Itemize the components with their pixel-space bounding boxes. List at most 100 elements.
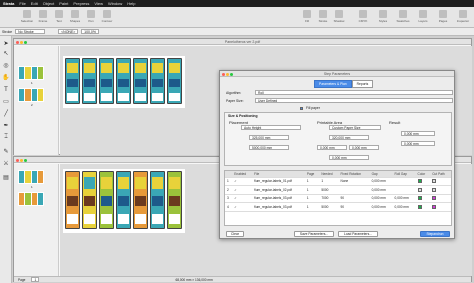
printable-select[interactable]: Custom Paper Size bbox=[329, 125, 381, 130]
menu-edit[interactable]: Edit bbox=[31, 1, 38, 6]
eyedropper-tool-icon[interactable]: ⌶ bbox=[2, 134, 10, 141]
close-icon[interactable] bbox=[222, 72, 225, 76]
load-parameters-button[interactable]: Load Parameters... bbox=[338, 231, 378, 237]
cut-swatch[interactable] bbox=[432, 179, 437, 184]
arrow-tool-icon[interactable]: ➤ bbox=[2, 40, 10, 47]
brush-tool-icon[interactable]: ✎ bbox=[2, 148, 10, 155]
printable-bottom-field[interactable]: 0,000 mm bbox=[329, 155, 369, 160]
menu-file[interactable]: File bbox=[19, 1, 25, 6]
color-swatch[interactable] bbox=[417, 187, 422, 192]
table-row[interactable]: 4 ✓ flum_regular-labels_03.pdf 1 5000 90 0,000… bbox=[225, 202, 451, 212]
zoom-icon[interactable] bbox=[24, 158, 27, 162]
toolbar-pages[interactable]: Pages bbox=[436, 10, 450, 23]
clear-button[interactable]: Clear bbox=[226, 231, 244, 237]
table-row[interactable]: 1 ✓ flum_regular-labels_01.pdf 1 1 None 0,000 … bbox=[225, 177, 451, 186]
rotation-cell bbox=[338, 185, 370, 195]
toolbar-fill[interactable]: Fill bbox=[300, 10, 314, 23]
menu-app[interactable]: Strata bbox=[3, 1, 14, 6]
page-thumbnail[interactable] bbox=[18, 192, 44, 206]
menu-view[interactable]: View bbox=[94, 1, 103, 6]
knife-tool-icon[interactable]: ⚔ bbox=[2, 160, 10, 167]
color-swatch[interactable] bbox=[417, 179, 422, 184]
color-cell[interactable] bbox=[415, 177, 431, 186]
enabled-cell[interactable]: ✓ bbox=[232, 177, 253, 186]
color-cell[interactable] bbox=[415, 194, 431, 203]
zoom-icon[interactable] bbox=[230, 72, 233, 76]
toolbar-selection[interactable]: Selection bbox=[20, 10, 34, 23]
label-artwork bbox=[150, 58, 165, 104]
cut-swatch[interactable] bbox=[432, 187, 437, 192]
enabled-cell[interactable]: ✓ bbox=[232, 202, 253, 212]
cut-cell[interactable] bbox=[430, 185, 451, 195]
toolbar-pen[interactable]: Pen bbox=[84, 10, 98, 23]
paper-select[interactable]: User Defined bbox=[255, 98, 453, 103]
toolbar-inspector[interactable]: Inspector bbox=[456, 10, 470, 23]
direct-select-icon[interactable]: ↖ bbox=[2, 50, 10, 57]
toolbar-styles[interactable]: Styles bbox=[376, 10, 390, 23]
toolbar-shadow[interactable]: Shadow bbox=[332, 10, 346, 23]
color-swatch[interactable] bbox=[417, 196, 422, 201]
rectangle-tool-icon[interactable]: ▭ bbox=[2, 98, 10, 105]
close-icon[interactable] bbox=[16, 158, 19, 162]
toolbar-contour[interactable]: Contour bbox=[100, 10, 114, 23]
gradient-tool-icon[interactable]: ▤ bbox=[2, 174, 10, 181]
page-thumbnail[interactable] bbox=[18, 88, 44, 102]
menu-object[interactable]: Object bbox=[43, 1, 55, 6]
placement-select[interactable]: Auto Height bbox=[241, 125, 301, 130]
page-field[interactable]: 1 bbox=[31, 277, 40, 282]
result-field-2[interactable]: 0,000 mm bbox=[401, 141, 435, 146]
line-tool-icon[interactable]: ╱ bbox=[2, 110, 10, 117]
save-parameters-button[interactable]: Save Parameters... bbox=[294, 231, 334, 237]
menu-paint[interactable]: Paint bbox=[59, 1, 68, 6]
color-cell[interactable] bbox=[415, 185, 431, 195]
cut-cell[interactable] bbox=[430, 177, 451, 186]
cut-swatch[interactable] bbox=[432, 204, 437, 209]
enabled-cell[interactable]: ✓ bbox=[232, 185, 253, 195]
toolbar-shapes[interactable]: Shapes bbox=[68, 10, 82, 23]
zoom-icon[interactable] bbox=[24, 40, 27, 44]
toolbar-text[interactable]: Text bbox=[52, 10, 66, 23]
menu-prepress[interactable]: Prepress bbox=[73, 1, 89, 6]
style-select[interactable]: <NONE> bbox=[58, 29, 79, 34]
printable-right-field[interactable]: 0,000 mm bbox=[349, 145, 379, 150]
height-field[interactable]: 5000,000 mm bbox=[249, 145, 289, 150]
width-field[interactable]: 325,000 mm bbox=[249, 135, 289, 140]
color-swatch[interactable] bbox=[417, 204, 422, 209]
zoom-tool-icon[interactable]: ◎ bbox=[2, 62, 10, 69]
result-field-1[interactable]: 0,000 mm bbox=[401, 131, 435, 136]
algorithm-select[interactable]: Roll bbox=[255, 90, 453, 95]
toolbar-stroke[interactable]: Stroke bbox=[316, 10, 330, 23]
cut-cell[interactable] bbox=[430, 194, 451, 203]
minimize-icon[interactable] bbox=[20, 158, 23, 162]
table-row[interactable]: 3 ✓ flum_regular-labels_03.pdf 1 7000 90 0,000… bbox=[225, 194, 451, 203]
minimize-icon[interactable] bbox=[226, 72, 229, 76]
toolbar-swatches[interactable]: Swatches bbox=[396, 10, 410, 23]
table-row[interactable]: 2 ✓ flum_regular-labels_02.pdf 1 5000 0,000 m… bbox=[225, 185, 451, 195]
menu-help[interactable]: Help bbox=[127, 1, 135, 6]
text-tool-icon[interactable]: T bbox=[2, 86, 10, 93]
step-button[interactable]: Stepandrun bbox=[420, 231, 450, 237]
tab-parameters[interactable]: Parameters & Plan bbox=[314, 80, 352, 88]
menu-window[interactable]: Window bbox=[108, 1, 122, 6]
toolbar-cmyk[interactable]: CMYK bbox=[356, 10, 370, 23]
toolbar-layers[interactable]: Layers bbox=[416, 10, 430, 23]
minimize-icon[interactable] bbox=[20, 40, 23, 44]
cut-cell[interactable] bbox=[430, 202, 451, 212]
enabled-cell[interactable]: ✓ bbox=[232, 194, 253, 203]
printable-width-field[interactable]: 320,000 mm bbox=[329, 135, 369, 140]
label-artwork bbox=[65, 171, 80, 229]
toolbar-frame[interactable]: Frame bbox=[36, 10, 50, 23]
page-thumbnail[interactable] bbox=[18, 66, 44, 80]
close-icon[interactable] bbox=[16, 40, 19, 44]
tab-reports[interactable]: Reports bbox=[351, 80, 374, 88]
fill-paper-checkbox[interactable] bbox=[300, 106, 303, 110]
cut-swatch[interactable] bbox=[432, 196, 437, 201]
zoom-field[interactable]: 100,0% bbox=[81, 29, 100, 34]
pen-tool-icon[interactable]: ✒ bbox=[2, 122, 10, 129]
stroke-select[interactable]: No Stroke bbox=[15, 29, 46, 34]
color-cell[interactable] bbox=[415, 202, 431, 212]
hand-tool-icon[interactable]: ✋ bbox=[2, 74, 10, 81]
page-thumbnail[interactable] bbox=[18, 170, 44, 184]
printable-left-field[interactable]: 0,000 mm bbox=[317, 145, 347, 150]
pages-icon bbox=[439, 10, 447, 18]
